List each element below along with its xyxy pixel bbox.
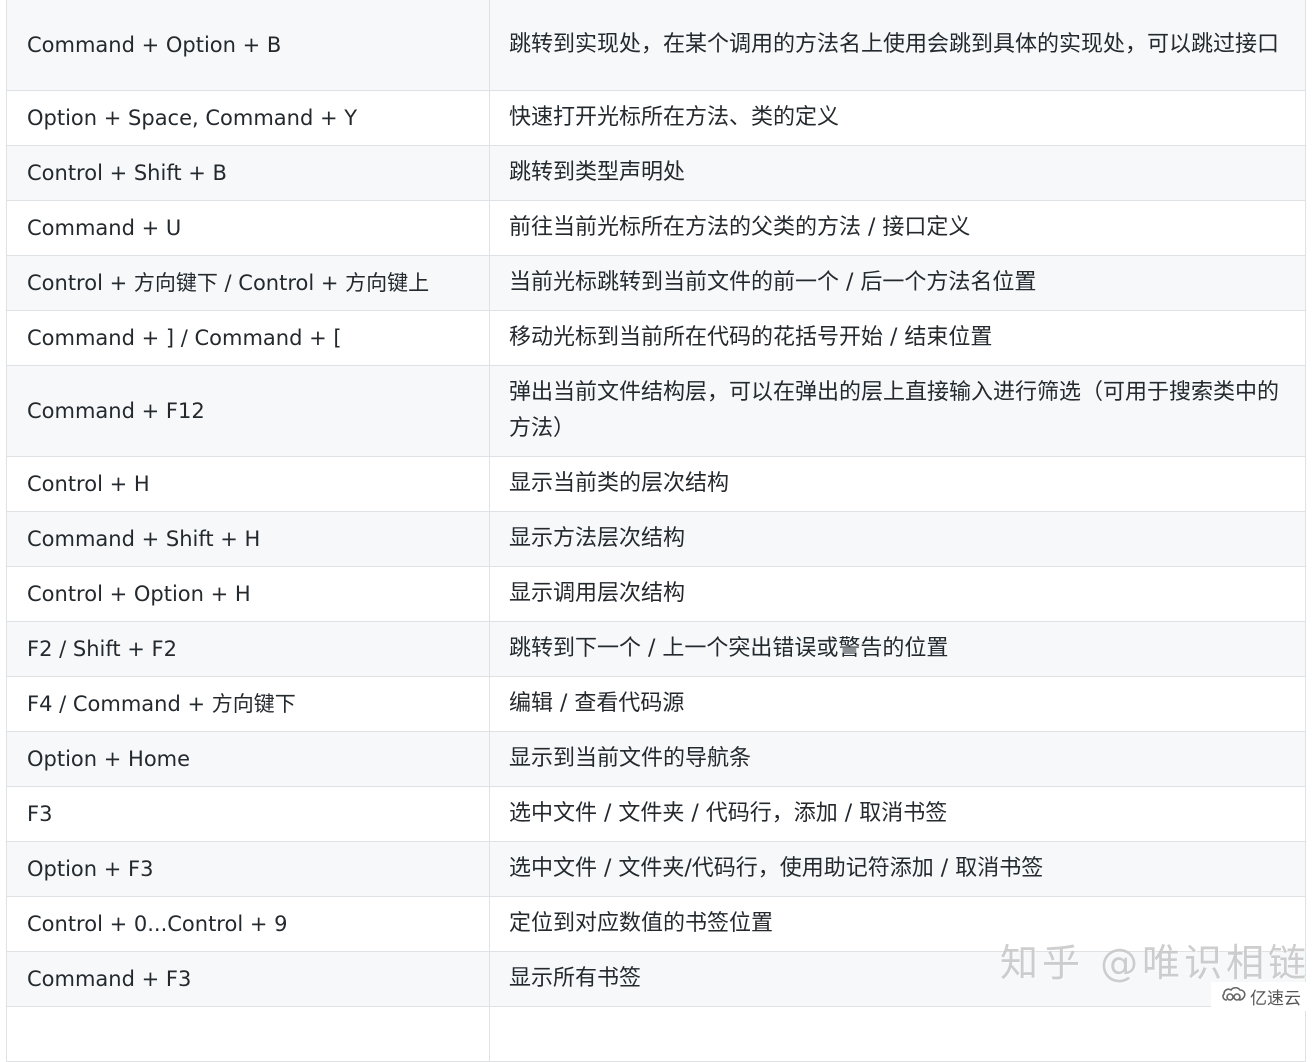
shortcut-description: 选中文件 / 文件夹/代码行，使用助记符添加 / 取消书签 [489, 841, 1306, 897]
shortcut-key: F2 / Shift + F2 [6, 621, 490, 677]
shortcut-key: Control + Option + H [6, 566, 490, 622]
shortcut-description: 移动光标到当前所在代码的花括号开始 / 结束位置 [489, 310, 1306, 366]
zhihu-watermark: 知乎 @唯识相链 [1000, 941, 1311, 985]
table-row: Option + F3 选中文件 / 文件夹/代码行，使用助记符添加 / 取消书… [6, 841, 1306, 897]
shortcut-table: Command + Option + B 跳转到实现处，在某个调用的方法名上使用… [6, 0, 1306, 1062]
shortcut-description: 当前光标跳转到当前文件的前一个 / 后一个方法名位置 [489, 255, 1306, 311]
shortcut-key: Command + ] / Command + [ [6, 310, 490, 366]
table-row: Command + F12 弹出当前文件结构层，可以在弹出的层上直接输入进行筛选… [6, 365, 1306, 457]
shortcut-description: 跳转到实现处，在某个调用的方法名上使用会跳到具体的实现处，可以跳过接口 [489, 0, 1306, 91]
shortcut-description: 跳转到下一个 / 上一个突出错误或警告的位置 [489, 621, 1306, 677]
shortcut-description: 显示方法层次结构 [489, 511, 1306, 567]
table-row: Command + ] / Command + [ 移动光标到当前所在代码的花括… [6, 310, 1306, 366]
shortcut-description: 前往当前光标所在方法的父类的方法 / 接口定义 [489, 200, 1306, 256]
shortcut-description: 快速打开光标所在方法、类的定义 [489, 90, 1306, 146]
table-row: F3 选中文件 / 文件夹 / 代码行，添加 / 取消书签 [6, 786, 1306, 842]
shortcut-key: F4 / Command + 方向键下 [6, 676, 490, 732]
shortcut-key: Option + F3 [6, 841, 490, 897]
cloud-logo-icon [1221, 985, 1247, 1008]
table-row: Control + 方向键下 / Control + 方向键上 当前光标跳转到当… [6, 255, 1306, 311]
shortcut-key: Option + Home [6, 731, 490, 787]
shortcut-key: Command + U [6, 200, 490, 256]
table-row: Control + Option + H 显示调用层次结构 [6, 566, 1306, 622]
table-row: F4 / Command + 方向键下 编辑 / 查看代码源 [6, 676, 1306, 732]
shortcut-description: 显示调用层次结构 [489, 566, 1306, 622]
table-row: F2 / Shift + F2 跳转到下一个 / 上一个突出错误或警告的位置 [6, 621, 1306, 677]
brand-badge: 亿速云 [1211, 982, 1307, 1011]
shortcut-key: Control + 0...Control + 9 [6, 896, 490, 952]
shortcut-key [6, 1006, 490, 1062]
shortcut-key: F3 [6, 786, 490, 842]
table-row [6, 1006, 1306, 1062]
table-row: Command + Shift + H 显示方法层次结构 [6, 511, 1306, 567]
shortcut-key: Control + Shift + B [6, 145, 490, 201]
shortcut-key: Command + F3 [6, 951, 490, 1007]
shortcut-description: 跳转到类型声明处 [489, 145, 1306, 201]
shortcut-description: 显示当前类的层次结构 [489, 456, 1306, 512]
shortcut-key: Command + Shift + H [6, 511, 490, 567]
brand-label: 亿速云 [1250, 989, 1301, 1009]
table-row: Control + Shift + B 跳转到类型声明处 [6, 145, 1306, 201]
table-row: Control + H 显示当前类的层次结构 [6, 456, 1306, 512]
shortcut-description [489, 1006, 1306, 1062]
table-row: Command + U 前往当前光标所在方法的父类的方法 / 接口定义 [6, 200, 1306, 256]
shortcut-key: Control + 方向键下 / Control + 方向键上 [6, 255, 490, 311]
shortcut-key: Command + F12 [6, 365, 490, 457]
shortcut-key: Option + Space, Command + Y [6, 90, 490, 146]
shortcut-description: 弹出当前文件结构层，可以在弹出的层上直接输入进行筛选（可用于搜索类中的方法） [489, 365, 1306, 457]
shortcut-key: Command + Option + B [6, 0, 490, 91]
table-row: Option + Home 显示到当前文件的导航条 [6, 731, 1306, 787]
table-row: Option + Space, Command + Y 快速打开光标所在方法、类… [6, 90, 1306, 146]
shortcut-key: Control + H [6, 456, 490, 512]
table-row: Command + Option + B 跳转到实现处，在某个调用的方法名上使用… [6, 0, 1306, 91]
shortcut-description: 编辑 / 查看代码源 [489, 676, 1306, 732]
shortcut-description: 显示到当前文件的导航条 [489, 731, 1306, 787]
shortcut-description: 选中文件 / 文件夹 / 代码行，添加 / 取消书签 [489, 786, 1306, 842]
